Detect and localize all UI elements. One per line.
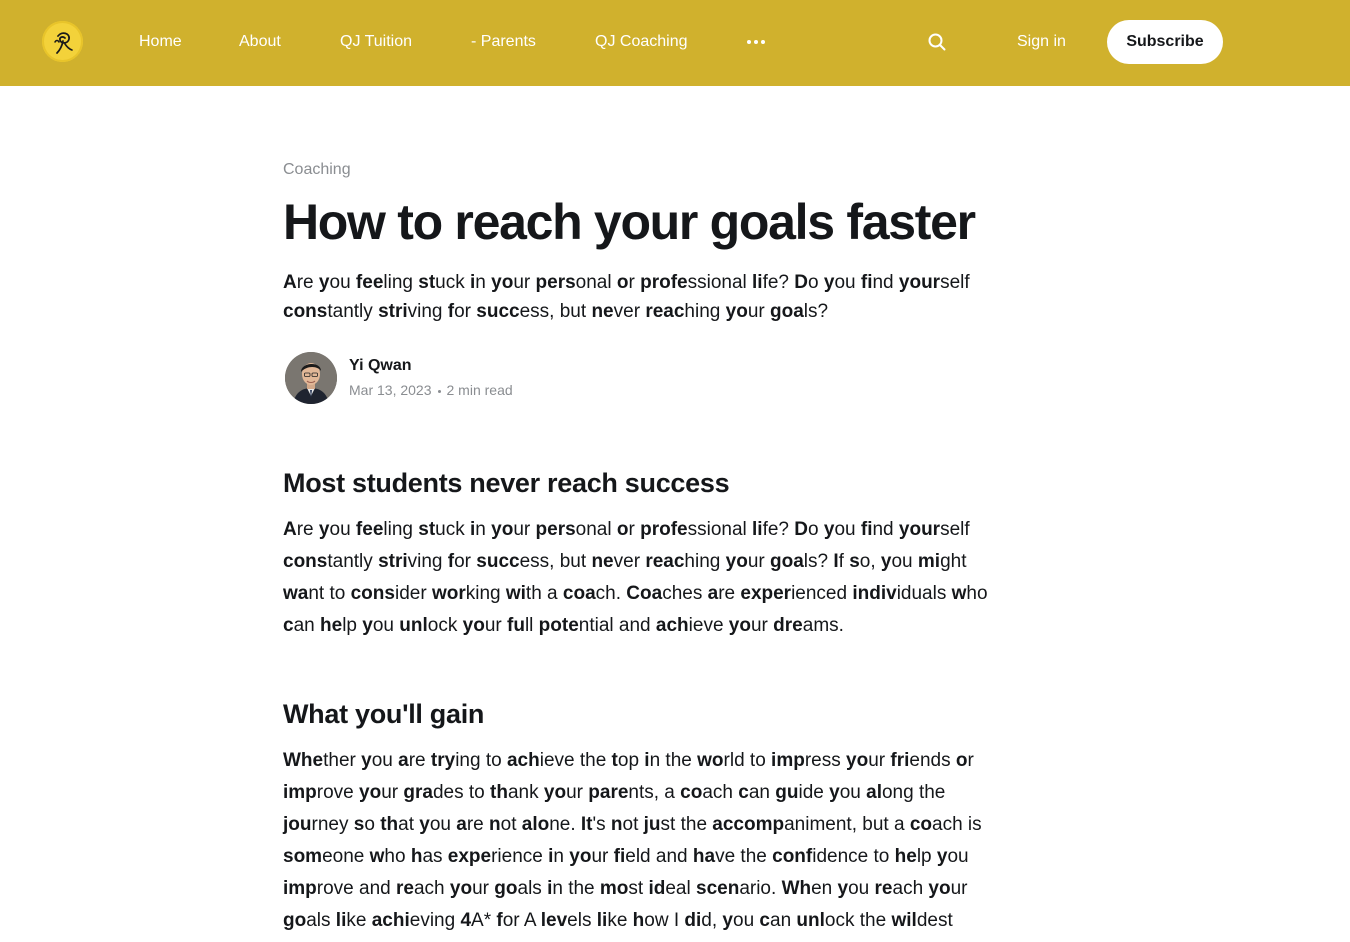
article-title: How to reach your goals faster: [283, 194, 976, 250]
section-heading: What you'll gain: [283, 699, 485, 729]
author-byline: Yi Qwan Mar 13, 2023 2 min read: [283, 350, 683, 406]
nav-qj-coaching[interactable]: QJ Coaching: [595, 31, 688, 53]
author-name[interactable]: Yi Qwan: [349, 356, 412, 376]
more-dots-icon[interactable]: [746, 31, 766, 53]
article-excerpt: Are you feeling stuck in your personal o…: [283, 272, 970, 322]
sign-in-link[interactable]: Sign in: [1017, 31, 1066, 53]
section-paragraph: Whether you are trying to achieve the to…: [283, 750, 982, 931]
section-heading: Most students never reach success: [283, 468, 730, 498]
nav-about[interactable]: About: [239, 31, 281, 53]
site-header: Home About QJ Tuition - Parents QJ Coach…: [0, 0, 1350, 86]
avatar[interactable]: [285, 352, 337, 404]
section-paragraph: Are you feeling stuck in your personal o…: [283, 519, 988, 636]
publish-date: Mar 13, 2023: [349, 382, 432, 398]
subscribe-button[interactable]: Subscribe: [1107, 20, 1223, 64]
nav-home[interactable]: Home: [139, 31, 182, 53]
article-tag[interactable]: Coaching: [283, 160, 351, 180]
read-time: 2 min read: [446, 382, 513, 398]
qj-logo-icon[interactable]: [42, 21, 83, 62]
article-meta: Mar 13, 2023 2 min read: [349, 380, 513, 400]
search-icon[interactable]: [926, 31, 948, 53]
nav-parents[interactable]: - Parents: [471, 31, 536, 53]
nav-qj-tuition[interactable]: QJ Tuition: [340, 31, 412, 53]
meta-separator: [437, 389, 441, 393]
